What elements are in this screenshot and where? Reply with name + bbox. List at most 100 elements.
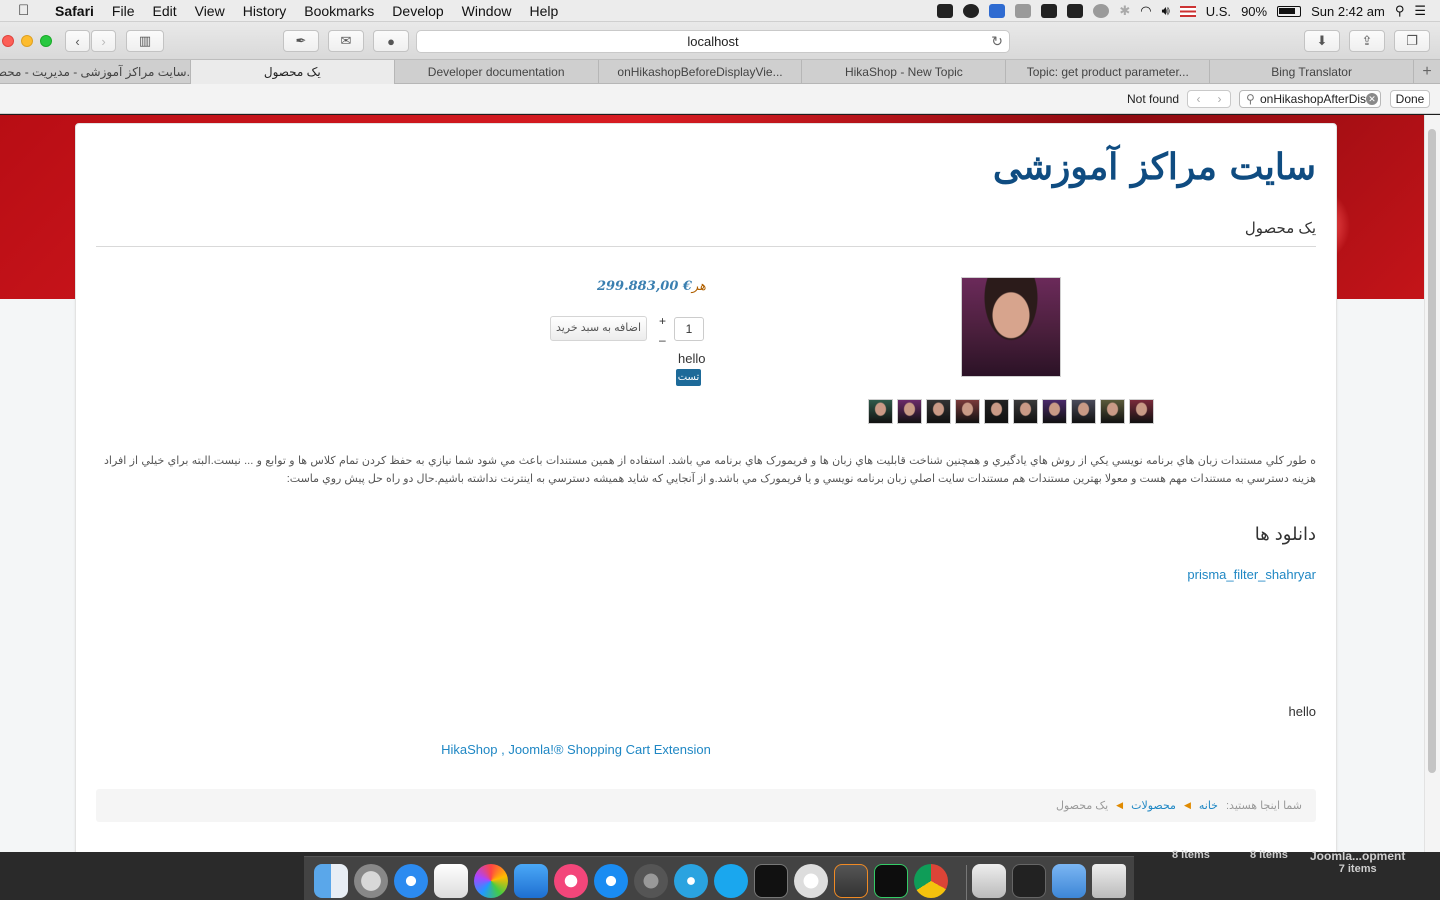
close-window-button[interactable] — [2, 35, 14, 47]
java-icon[interactable] — [434, 864, 468, 898]
us-flag-icon[interactable] — [1179, 5, 1196, 17]
documents-stack-icon[interactable] — [972, 864, 1006, 898]
tab-hikashop-event[interactable]: onHikashopBeforeDisplayVie... — [599, 60, 803, 84]
product-thumbnail[interactable] — [1013, 399, 1038, 424]
menu-file[interactable]: File — [103, 3, 144, 19]
sidebar-button[interactable]: ▥ — [126, 30, 164, 52]
reload-icon[interactable]: ↻ — [991, 33, 1003, 50]
find-previous-button[interactable]: ‹ — [1188, 91, 1209, 107]
tab-dev-docs[interactable]: Developer documentation — [395, 60, 599, 84]
sequel-pro-icon[interactable] — [794, 864, 828, 898]
clear-search-icon[interactable]: ✕ — [1366, 93, 1378, 105]
xcode-icon[interactable] — [514, 864, 548, 898]
minimize-window-button[interactable] — [21, 35, 33, 47]
menu-window[interactable]: Window — [453, 3, 521, 19]
spotlight-search-icon[interactable]: ⚲ — [1395, 3, 1405, 19]
zoom-window-button[interactable] — [40, 35, 52, 47]
menu-bookmarks[interactable]: Bookmarks — [295, 3, 383, 19]
app-store-icon[interactable] — [594, 864, 628, 898]
quantity-increase-button[interactable]: + — [659, 314, 666, 328]
find-done-button[interactable]: Done — [1390, 90, 1430, 108]
itunes-icon[interactable] — [554, 864, 588, 898]
download-file-link[interactable]: prisma_filter_shahryar — [1187, 567, 1316, 582]
new-tab-button[interactable]: + — [1414, 60, 1440, 84]
find-next-button[interactable]: › — [1209, 91, 1230, 107]
product-thumbnail[interactable] — [1129, 399, 1154, 424]
dock-stack-2[interactable]: 8 items — [1250, 849, 1288, 861]
telegram-status-icon[interactable] — [963, 4, 980, 18]
downloads-button[interactable]: ⬇ — [1304, 30, 1340, 52]
share-button[interactable]: ⇪ — [1349, 30, 1385, 52]
display-status-icon[interactable] — [1041, 4, 1058, 18]
product-thumbnail[interactable] — [868, 399, 893, 424]
forward-button[interactable]: › — [91, 30, 116, 52]
clock[interactable]: Sun 2:42 am — [1311, 4, 1385, 19]
photos-icon[interactable] — [474, 864, 508, 898]
download-status-icon[interactable] — [989, 4, 1006, 18]
joomla-extension-button[interactable]: ✒ — [283, 30, 319, 52]
menu-view[interactable]: View — [186, 3, 234, 19]
address-bar[interactable]: localhost ↻ — [416, 30, 1010, 53]
product-thumbnail[interactable] — [1071, 399, 1096, 424]
tab-bing-translator[interactable]: Bing Translator — [1210, 60, 1415, 84]
launchpad-icon[interactable] — [354, 864, 388, 898]
timing-app-icon[interactable] — [937, 4, 954, 18]
volume-icon[interactable]: 🔊︎ — [1162, 3, 1170, 19]
breadcrumb-products[interactable]: محصولات — [1131, 799, 1176, 812]
telegram-icon[interactable] — [674, 864, 708, 898]
menu-edit[interactable]: Edit — [143, 3, 185, 19]
hikashop-credit-link[interactable]: HikaShop , Joomla!® Shopping Cart Extens… — [76, 742, 1076, 757]
tab-new-topic[interactable]: HikaShop - New Topic — [802, 60, 1007, 84]
menu-develop[interactable]: Develop — [383, 3, 452, 19]
breadcrumb-home[interactable]: خانه — [1199, 799, 1218, 812]
scrollbar[interactable] — [1424, 115, 1440, 852]
product-thumbnail[interactable] — [984, 399, 1009, 424]
downloads-stack-icon[interactable] — [1052, 864, 1086, 898]
input-source-label[interactable]: U.S. — [1206, 4, 1231, 19]
trash-icon[interactable] — [1092, 864, 1126, 898]
product-thumbnail[interactable] — [926, 399, 951, 424]
skype-icon[interactable] — [714, 864, 748, 898]
sublime-text-icon[interactable] — [834, 864, 868, 898]
tab-product[interactable]: یک محصول — [190, 60, 395, 84]
add-to-cart-button[interactable]: اضافه به سبد خرید — [550, 316, 647, 341]
product-thumbnail[interactable] — [955, 399, 980, 424]
find-input[interactable]: ⚲ onHikashopAfterDis ✕ — [1239, 90, 1381, 108]
bluetooth-icon[interactable]: ✱ — [1119, 3, 1130, 19]
system-preferences-icon[interactable] — [634, 864, 668, 898]
menu-help[interactable]: Help — [520, 3, 567, 19]
menu-safari[interactable]: Safari — [46, 3, 103, 19]
pocket-extension-button[interactable]: ✉ — [328, 30, 364, 52]
chrome-icon[interactable] — [914, 864, 948, 898]
site-title[interactable]: سایت مراکز آموزشی — [993, 146, 1316, 188]
test-button[interactable]: تست — [676, 369, 701, 386]
activity-monitor-icon[interactable] — [874, 864, 908, 898]
tab-topic-parameter[interactable]: Topic: get product parameter... — [1006, 60, 1211, 84]
dock-stack-3[interactable]: Joomla...opment 7 items — [1310, 849, 1405, 875]
back-button[interactable]: ‹ — [65, 30, 90, 52]
quantity-decrease-button[interactable]: – — [659, 333, 666, 347]
quantity-input[interactable]: 1 — [674, 317, 704, 341]
dock-stack-1[interactable]: 8 items — [1172, 849, 1210, 861]
tab-overview-button[interactable]: ❐ — [1394, 30, 1430, 52]
product-thumbnail[interactable] — [897, 399, 922, 424]
joomla-icon: ✒ — [295, 33, 307, 48]
tab-admin[interactable]: سایت مراکز آموزشی - مدیریت - محصـ... — [0, 60, 191, 84]
notification-center-icon[interactable]: ☰ — [1414, 3, 1426, 19]
product-thumbnail[interactable] — [1100, 399, 1125, 424]
product-thumbnail[interactable] — [1042, 399, 1067, 424]
safari-icon[interactable] — [394, 864, 428, 898]
time-machine-icon[interactable] — [1093, 4, 1110, 18]
wifi-icon[interactable]: ◠ — [1140, 3, 1151, 19]
terminal-icon[interactable] — [754, 864, 788, 898]
scrollbar-thumb[interactable] — [1428, 129, 1436, 773]
github-extension-button[interactable]: ● — [373, 30, 409, 52]
joomla-status-icon[interactable] — [1015, 4, 1032, 18]
finder-icon[interactable] — [314, 864, 348, 898]
apple-menu-icon[interactable]:  — [18, 2, 46, 19]
image-stack-icon[interactable] — [1012, 864, 1046, 898]
product-main-image[interactable] — [961, 277, 1061, 377]
memory-status-icon[interactable] — [1067, 4, 1084, 18]
menu-history[interactable]: History — [234, 3, 296, 19]
battery-icon[interactable] — [1277, 5, 1302, 17]
